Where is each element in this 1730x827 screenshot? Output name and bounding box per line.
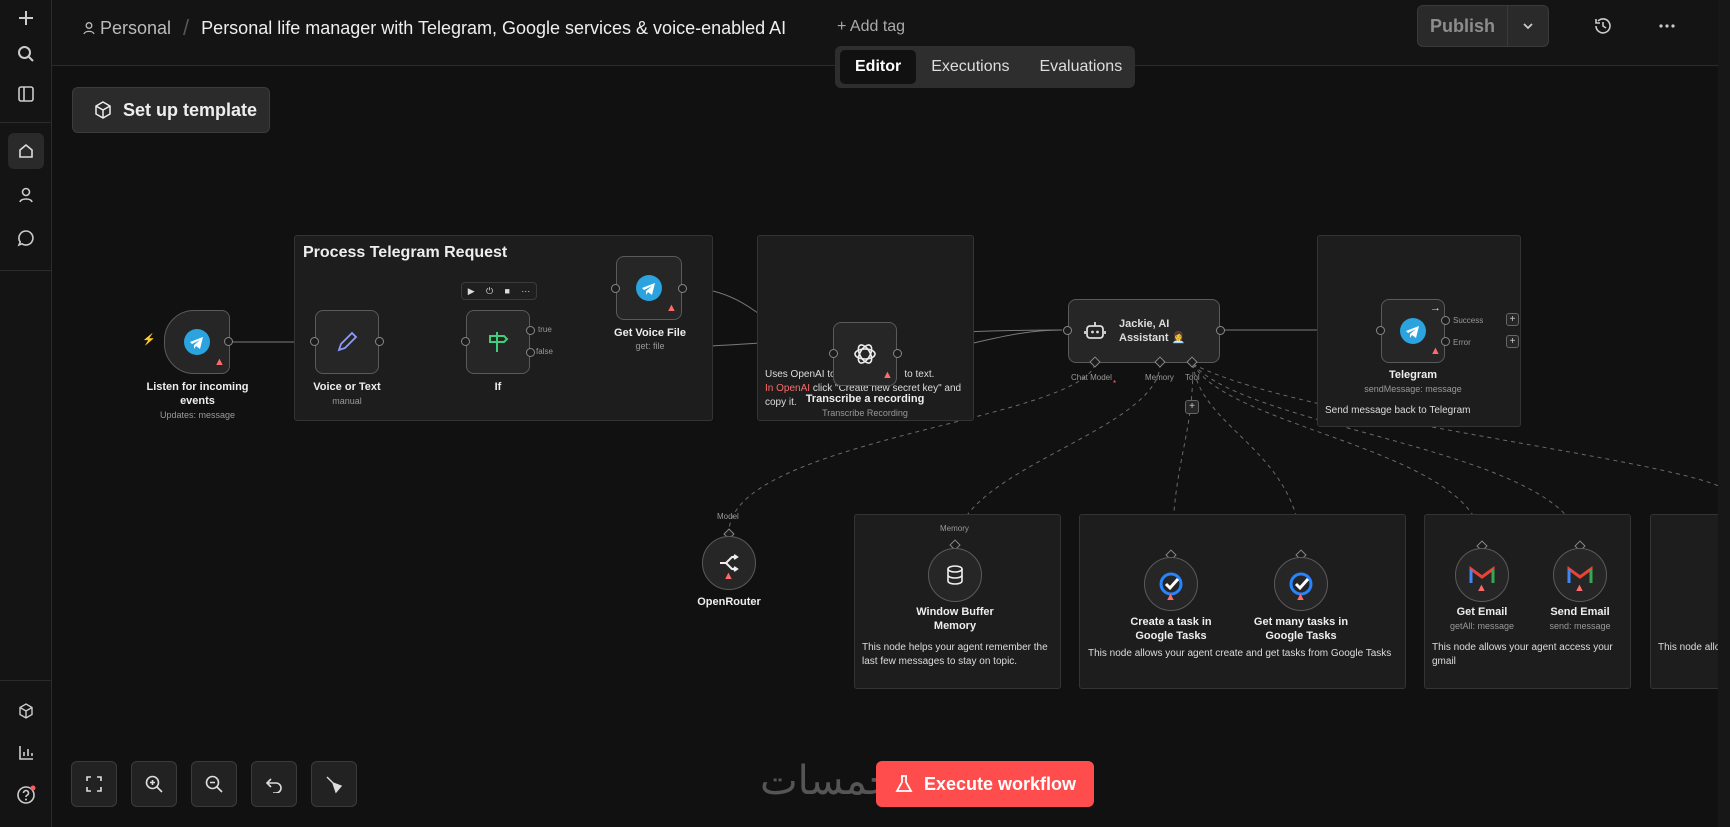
scrollbar[interactable] <box>1718 0 1730 827</box>
tab-evaluations[interactable]: Evaluations <box>1024 50 1137 84</box>
node-subtitle: Updates: message <box>159 410 236 420</box>
warning-icon: ▲ <box>1430 345 1441 357</box>
add-tool-button[interactable]: + <box>1185 400 1199 414</box>
more-icon[interactable]: ··· <box>521 286 530 296</box>
add-success-button[interactable]: + <box>1506 313 1519 326</box>
zoom-in-icon <box>145 775 163 793</box>
arrow-right-icon: → <box>1430 302 1441 314</box>
warning-icon: ▲ <box>1574 582 1585 594</box>
telegram-icon <box>636 275 662 301</box>
voice-or-text-node[interactable] <box>315 310 379 374</box>
ai-agent-node[interactable]: Jackie, AI Assistant 👩‍💼 <box>1068 299 1220 363</box>
trigger-bolt-icon: ⚡ <box>142 334 156 346</box>
sticky-title: Process Telegram Request <box>303 244 508 261</box>
node-label: If <box>494 381 502 393</box>
watermark: خمسات <box>760 758 894 804</box>
play-icon[interactable]: ▶ <box>468 286 475 297</box>
sticky-email[interactable]: This node allows your agent access your … <box>1424 514 1631 689</box>
node-label: Send Email <box>1550 606 1610 618</box>
node-toolbar: ▶ ⏻ ■ ··· <box>461 282 537 300</box>
trash-icon[interactable]: ■ <box>504 286 509 296</box>
node-label: Transcribe a recording <box>805 393 925 405</box>
warning-icon: ▲ <box>1476 582 1487 594</box>
tab-executions[interactable]: Executions <box>916 50 1024 84</box>
if-node[interactable] <box>466 310 530 374</box>
telegram-icon <box>1400 318 1426 344</box>
warning-icon: ▲ <box>666 302 677 314</box>
memory-note: This node helps your agent remember the … <box>862 642 1048 667</box>
node-subtitle: manual <box>332 396 362 406</box>
robot-icon <box>1084 322 1106 339</box>
power-icon[interactable]: ⏻ <box>486 286 493 297</box>
node-label: Get Email <box>1456 606 1508 618</box>
node-subtitle: getAll: message <box>1449 621 1515 631</box>
app: Personal / Personal life manager with Te… <box>0 0 1730 827</box>
node-label: OpenRouter <box>697 596 761 608</box>
pen-icon <box>337 331 358 352</box>
warning-icon: ▲ <box>214 356 225 368</box>
node-label: Window Buffer Memory <box>916 606 994 632</box>
memory-node[interactable] <box>928 548 982 602</box>
warning-icon: ▲ <box>1165 591 1176 603</box>
warning-icon: ▲ <box>1295 591 1306 603</box>
node-label: Create a task in Google Tasks <box>1130 616 1212 642</box>
tidy-up-button[interactable] <box>311 761 357 807</box>
fullscreen-icon <box>86 776 102 792</box>
add-error-button[interactable]: + <box>1506 335 1519 348</box>
node-label: Get many tasks in Google Tasks <box>1253 616 1349 642</box>
zoom-out-button[interactable] <box>191 761 237 807</box>
node-label: Get Voice File <box>614 327 686 339</box>
telegram-icon <box>184 329 210 355</box>
warning-icon: ▲ <box>882 369 893 381</box>
zoom-in-button[interactable] <box>131 761 177 807</box>
signpost-icon <box>489 332 509 352</box>
node-label: Telegram <box>1388 369 1438 381</box>
view-tabs: Editor Executions Evaluations <box>835 46 1135 88</box>
node-subtitle: sendMessage: message <box>1364 384 1462 394</box>
node-label: Listen for incoming events <box>146 381 249 407</box>
undo-button[interactable] <box>251 761 297 807</box>
warning-icon: ▲ <box>723 570 734 582</box>
node-label: Voice or Text <box>313 381 381 393</box>
email-note: This node allows your agent access your … <box>1432 642 1613 667</box>
broom-icon <box>326 776 343 794</box>
tasks-note: This node allows your agent create and g… <box>1088 648 1392 659</box>
flask-icon <box>895 775 913 792</box>
execute-workflow-button[interactable]: Execute workflow <box>876 761 1094 807</box>
sticky-tasks[interactable]: This node allows your agent create and g… <box>1079 514 1406 689</box>
node-subtitle: send: message <box>1549 621 1611 631</box>
telegram-note: Send message back to Telegram <box>1325 405 1471 416</box>
node-subtitle: Transcribe Recording <box>822 408 908 418</box>
node-label: Jackie, AI Assistant 👩‍💼 <box>1119 318 1186 344</box>
tab-editor[interactable]: Editor <box>840 50 917 84</box>
database-icon <box>947 565 963 585</box>
node-subtitle: get: file <box>635 341 665 351</box>
openai-icon <box>854 344 876 364</box>
undo-icon <box>265 778 282 793</box>
zoom-out-icon <box>205 775 223 793</box>
fit-view-button[interactable] <box>71 761 117 807</box>
